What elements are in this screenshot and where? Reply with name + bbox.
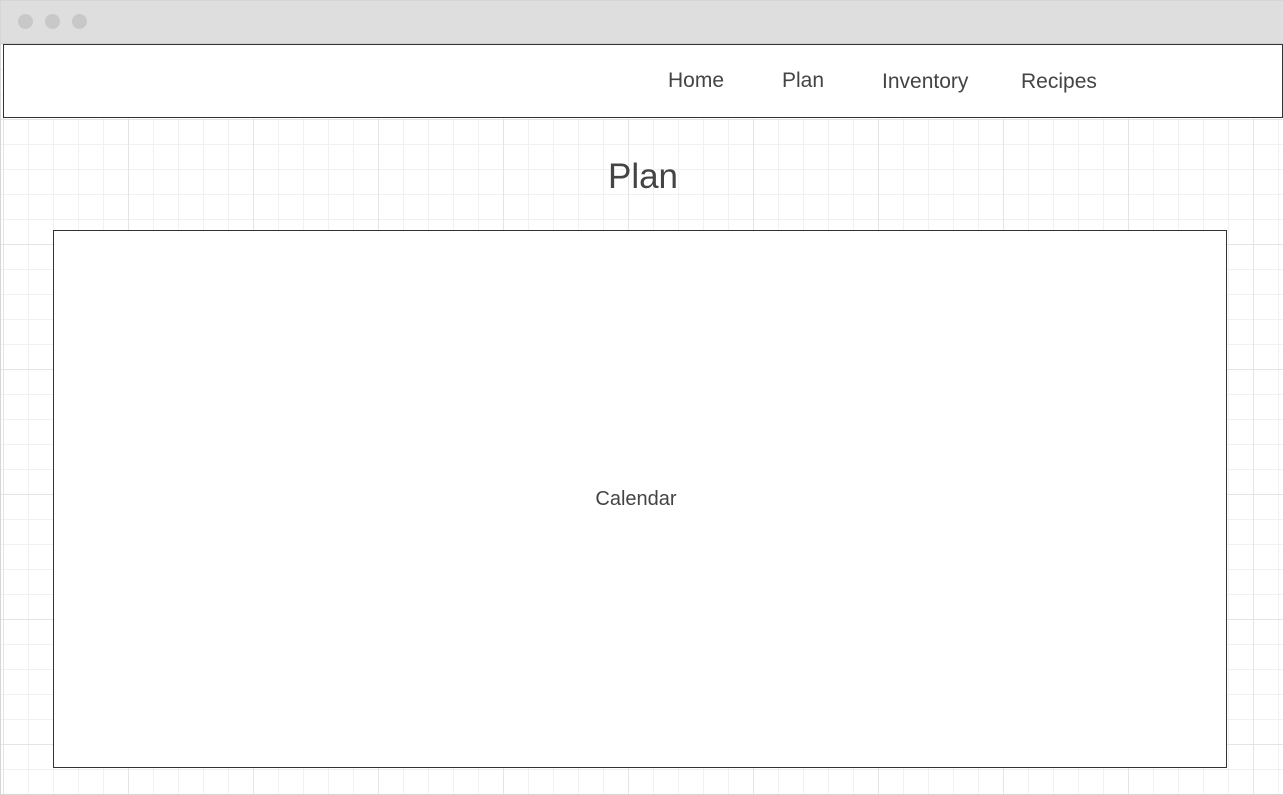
window-maximize-dot-icon[interactable] bbox=[72, 14, 87, 29]
window-close-dot-icon[interactable] bbox=[18, 14, 33, 29]
window-minimize-dot-icon[interactable] bbox=[45, 14, 60, 29]
window-titlebar bbox=[1, 1, 1283, 44]
calendar-placeholder-label: Calendar bbox=[595, 488, 677, 510]
nav-link-recipes[interactable]: Recipes bbox=[1021, 70, 1097, 94]
calendar-panel[interactable]: Calendar bbox=[53, 230, 1227, 768]
browser-window: Home Plan Inventory Recipes Plan Calenda… bbox=[0, 0, 1284, 795]
nav-link-inventory[interactable]: Inventory bbox=[882, 70, 968, 94]
top-navigation-bar: Home Plan Inventory Recipes bbox=[3, 44, 1283, 118]
page-title: Plan bbox=[607, 157, 679, 196]
nav-link-home[interactable]: Home bbox=[668, 69, 724, 93]
nav-link-plan[interactable]: Plan bbox=[782, 69, 824, 93]
